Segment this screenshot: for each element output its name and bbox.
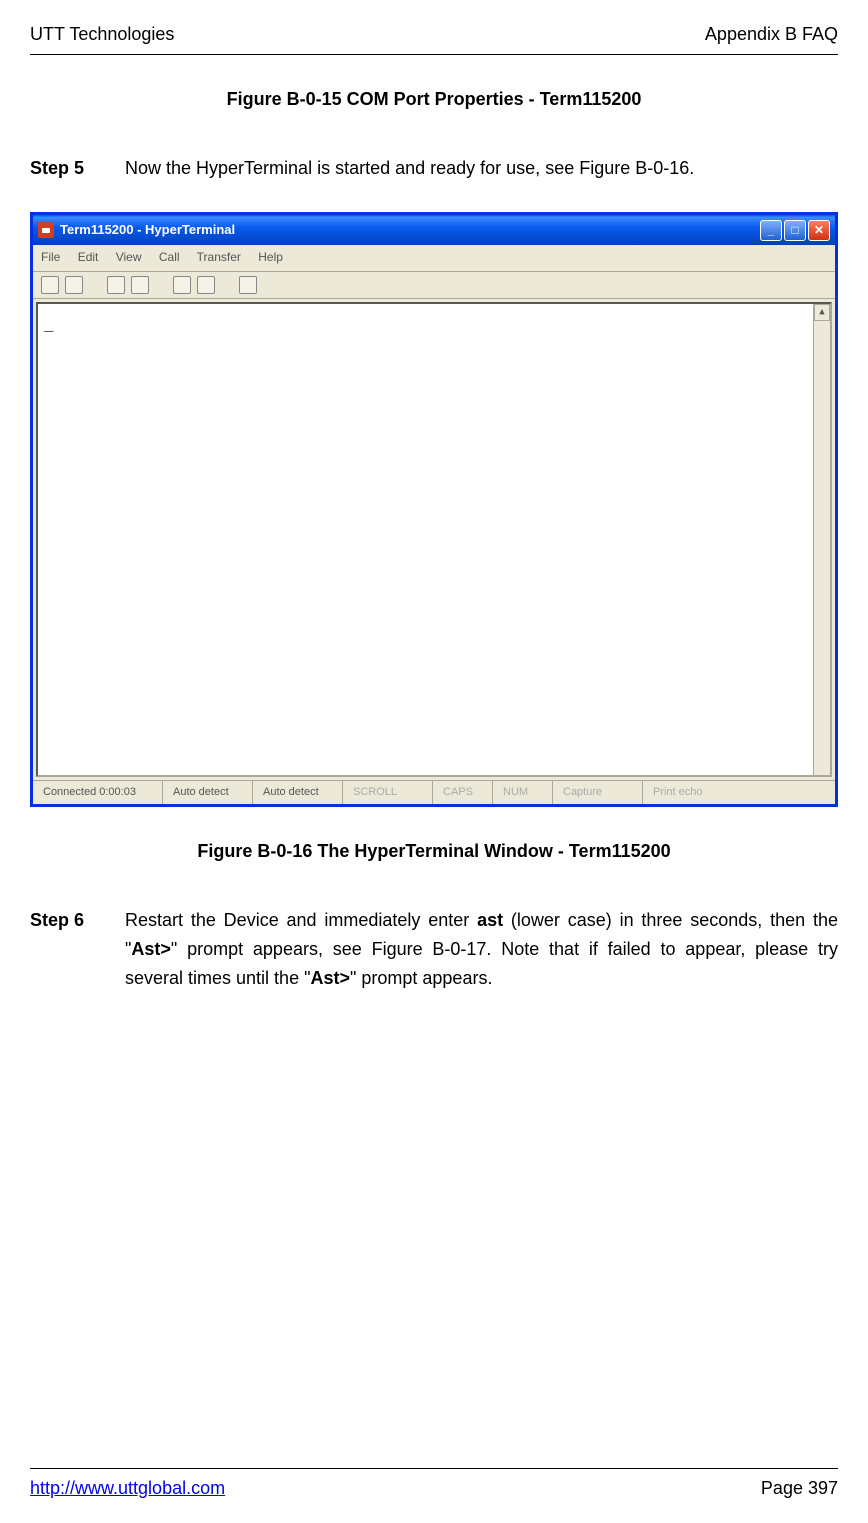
status-print-echo: Print echo — [643, 781, 733, 805]
step-5-label: Step 5 — [30, 154, 125, 183]
menu-edit[interactable]: Edit — [78, 250, 99, 264]
minimize-button[interactable]: _ — [760, 220, 782, 241]
page-header: UTT Technologies Appendix B FAQ — [30, 20, 838, 55]
menubar: File Edit View Call Transfer Help — [33, 245, 835, 271]
menu-file[interactable]: File — [41, 250, 60, 264]
menu-transfer[interactable]: Transfer — [197, 250, 241, 264]
maximize-button[interactable]: □ — [784, 220, 806, 241]
open-icon[interactable] — [65, 276, 83, 294]
status-scroll: SCROLL — [343, 781, 433, 805]
window-controls: _ □ ✕ — [760, 220, 830, 241]
titlebar: Term115200 - HyperTerminal _ □ ✕ — [33, 215, 835, 245]
status-num: NUM — [493, 781, 553, 805]
status-autodetect-2: Auto detect — [253, 781, 343, 805]
terminal-area[interactable]: _ ▲ — [36, 302, 832, 777]
app-icon — [38, 222, 54, 238]
status-capture: Capture — [553, 781, 643, 805]
toolbar — [33, 272, 835, 299]
step-5: Step 5 Now the HyperTerminal is started … — [30, 154, 838, 183]
status-autodetect-1: Auto detect — [163, 781, 253, 805]
statusbar: Connected 0:00:03 Auto detect Auto detec… — [33, 780, 835, 805]
window-title: Term115200 - HyperTerminal — [60, 220, 760, 241]
properties-icon[interactable] — [239, 276, 257, 294]
scroll-up-icon[interactable]: ▲ — [814, 304, 830, 321]
footer-url[interactable]: http://www.uttglobal.com — [30, 1474, 225, 1503]
status-caps: CAPS — [433, 781, 493, 805]
status-connected: Connected 0:00:03 — [33, 781, 163, 805]
scrollbar[interactable]: ▲ — [813, 304, 830, 775]
menu-call[interactable]: Call — [159, 250, 180, 264]
terminal-cursor: _ — [44, 313, 54, 332]
figure-caption-15: Figure B-0-15 COM Port Properties - Term… — [30, 85, 838, 114]
header-left: UTT Technologies — [30, 20, 174, 49]
receive-icon[interactable] — [197, 276, 215, 294]
header-right: Appendix B FAQ — [705, 20, 838, 49]
close-button[interactable]: ✕ — [808, 220, 830, 241]
menu-view[interactable]: View — [116, 250, 142, 264]
menu-help[interactable]: Help — [258, 250, 283, 264]
footer-page: Page 397 — [761, 1474, 838, 1503]
figure-caption-16: Figure B-0-16 The HyperTerminal Window -… — [30, 837, 838, 866]
new-icon[interactable] — [41, 276, 59, 294]
page-footer: http://www.uttglobal.com Page 397 — [30, 1468, 838, 1503]
call-icon[interactable] — [107, 276, 125, 294]
step-6-text: Restart the Device and immediately enter… — [125, 906, 838, 992]
disconnect-icon[interactable] — [131, 276, 149, 294]
step-6: Step 6 Restart the Device and immediatel… — [30, 906, 838, 992]
hyperterminal-window: Term115200 - HyperTerminal _ □ ✕ File Ed… — [30, 212, 838, 807]
step-5-text: Now the HyperTerminal is started and rea… — [125, 154, 838, 183]
send-icon[interactable] — [173, 276, 191, 294]
step-6-label: Step 6 — [30, 906, 125, 992]
